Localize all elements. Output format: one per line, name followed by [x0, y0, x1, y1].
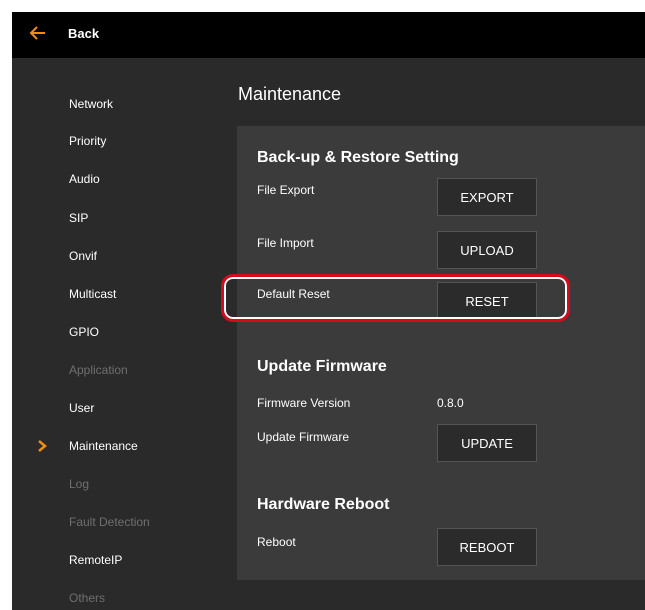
top-bar: Back — [12, 12, 645, 58]
sidebar-item-label: Maintenance — [69, 439, 138, 453]
sidebar-item-others: Others — [12, 581, 224, 610]
sidebar-item-label: SIP — [69, 211, 89, 225]
sidebar-item-label: User — [69, 401, 95, 415]
reboot-label: Reboot — [257, 535, 296, 549]
update-firmware-label: Update Firmware — [257, 430, 350, 444]
firmware-version-value: 0.8.0 — [437, 396, 464, 410]
upload-button[interactable]: UPLOAD — [437, 231, 537, 269]
sidebar-item-label: Others — [69, 591, 106, 605]
backup-section-title: Back-up & Restore Setting — [257, 149, 459, 166]
sidebar-item-maintenance[interactable]: Maintenance — [12, 429, 224, 463]
arrow-left-icon[interactable] — [26, 22, 48, 44]
sidebar-item-label: Priority — [69, 134, 107, 148]
sidebar-item-label: Log — [69, 477, 90, 491]
settings-panel: Back-up & Restore Setting File Export EX… — [237, 126, 645, 580]
sidebar-item-gpio[interactable]: GPIO — [12, 315, 224, 349]
reset-button[interactable]: RESET — [437, 282, 537, 320]
sidebar-item-label: RemoteIP — [69, 553, 123, 567]
reboot-button[interactable]: REBOOT — [437, 528, 537, 566]
sidebar-item-label: Fault Detection — [69, 515, 150, 529]
file-export-label: File Export — [257, 183, 315, 197]
sidebar-item-label: Onvif — [69, 249, 98, 263]
sidebar-item-multicast[interactable]: Multicast — [12, 277, 224, 311]
sidebar-item-user[interactable]: User — [12, 391, 224, 425]
sidebar-item-network[interactable]: Network — [12, 87, 224, 121]
page-title: Maintenance — [238, 84, 342, 104]
back-button[interactable]: Back — [68, 26, 99, 41]
update-button[interactable]: UPDATE — [437, 424, 537, 462]
chevron-right-icon — [38, 440, 47, 452]
sidebar-item-log: Log — [12, 467, 224, 501]
firmware-version-label: Firmware Version — [257, 396, 351, 410]
sidebar: Network Priority Audio SIP Onvif Multica… — [12, 58, 224, 610]
sidebar-item-label: Network — [69, 97, 114, 111]
sidebar-item-application: Application — [12, 353, 224, 387]
reboot-section-title: Hardware Reboot — [257, 496, 390, 513]
sidebar-item-label: Multicast — [69, 287, 117, 301]
app-window: Back Network Priority Audio SIP Onvif Mu… — [12, 12, 645, 610]
sidebar-item-label: Audio — [69, 172, 100, 186]
sidebar-item-onvif[interactable]: Onvif — [12, 239, 224, 273]
file-import-label: File Import — [257, 236, 314, 250]
export-button[interactable]: EXPORT — [437, 178, 537, 216]
sidebar-item-fault-detection: Fault Detection — [12, 505, 224, 539]
sidebar-item-sip[interactable]: SIP — [12, 201, 224, 235]
sidebar-item-priority[interactable]: Priority — [12, 124, 224, 158]
sidebar-item-audio[interactable]: Audio — [12, 162, 224, 196]
default-reset-label: Default Reset — [257, 287, 330, 301]
firmware-section-title: Update Firmware — [257, 358, 387, 375]
sidebar-item-remoteip[interactable]: RemoteIP — [12, 543, 224, 577]
sidebar-item-label: GPIO — [69, 325, 100, 339]
sidebar-item-label: Application — [69, 363, 128, 377]
